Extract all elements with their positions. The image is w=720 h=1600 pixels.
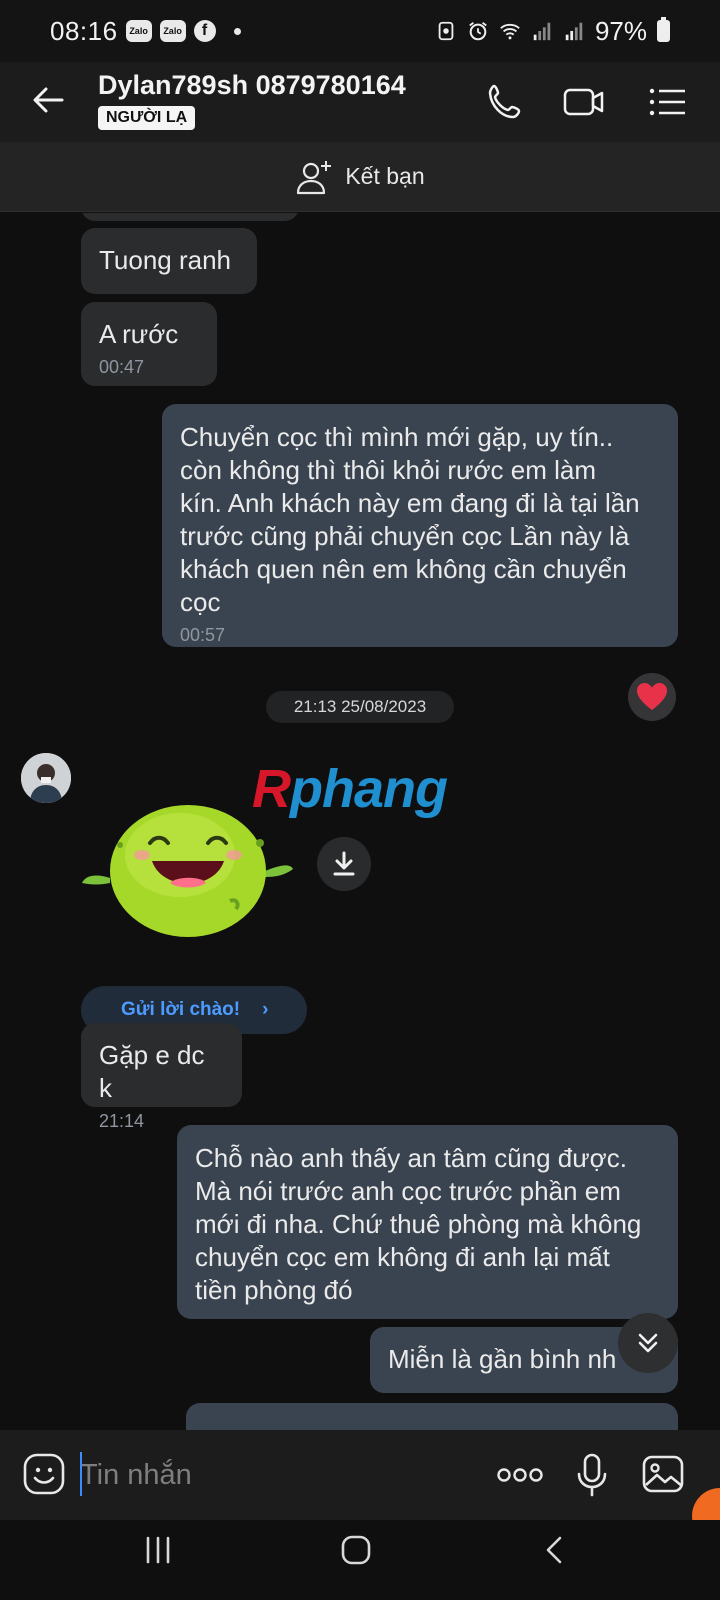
message-line: khách quen nên em không cần chuyển	[180, 554, 627, 584]
message-bubble-out[interactable]: Chỗ nào anh thấy an tâm cũng được. Mà nó…	[177, 1125, 678, 1319]
home-icon[interactable]	[340, 1534, 372, 1566]
chevron-right-icon: ›	[262, 999, 269, 1020]
message-text: Tuong ranh	[99, 245, 232, 275]
message-line: trước cũng phải chuyển cọc Lần này là	[180, 521, 630, 551]
message-line: Chỗ nào anh thấy an tâm cũng được.	[195, 1143, 627, 1173]
status-time: 08:16	[50, 15, 118, 46]
message-bubble-cutoff	[186, 1403, 678, 1430]
system-nav-bar	[0, 1520, 720, 1600]
message-text: Miễn là gần bình nh	[388, 1344, 617, 1374]
message-line: Chuyển cọc thì mình mới gặp, uy tín..	[180, 422, 614, 452]
menu-list-icon[interactable]	[645, 80, 689, 124]
battery-percent: 97%	[594, 15, 647, 46]
facebook-icon: f	[193, 20, 216, 42]
wifi-icon	[500, 23, 520, 40]
sticker-emoji-icon[interactable]	[22, 1452, 66, 1496]
data-saver-icon	[438, 21, 454, 41]
message-time: 00:47	[99, 357, 145, 377]
chat-area[interactable]: Tuong ranh A rước 00:47 Chuyển cọc thì m…	[0, 213, 720, 1430]
phone-icon[interactable]	[484, 80, 528, 124]
back-arrow-icon[interactable]	[28, 80, 68, 120]
zalo-app-icon: Zalo	[125, 20, 152, 42]
message-text: A rước	[99, 319, 179, 349]
message-line: Mà nói trước anh cọc trước phần em	[195, 1176, 621, 1206]
message-bubble-in[interactable]: A rước 00:47	[81, 302, 217, 386]
more-dots-icon[interactable]	[496, 1463, 544, 1487]
nav-back-icon[interactable]	[540, 1534, 570, 1566]
status-right: 97%	[435, 16, 670, 47]
message-text: Gặp e dc k	[99, 1040, 205, 1103]
message-line: còn không thì thôi khỏi rước em làm	[180, 455, 596, 485]
status-left: 08:16 Zalo Zalo f	[50, 16, 241, 47]
notification-dot-icon	[233, 27, 241, 35]
message-bubble-out[interactable]: Chuyển cọc thì mình mới gặp, uy tín.. cò…	[162, 404, 678, 647]
add-friend-bar[interactable]: Kết bạn	[0, 142, 720, 212]
signal-icon	[533, 22, 551, 41]
contact-name[interactable]: Dylan789sh 0879780164	[98, 70, 406, 101]
chat-header: Dylan789sh 0879780164 NGƯỜI LẠ	[0, 62, 720, 142]
microphone-icon[interactable]	[574, 1452, 610, 1498]
message-line: mới đi nha. Chứ thuê phòng mà không	[195, 1209, 642, 1239]
message-line: tiền phòng đó	[195, 1275, 353, 1305]
message-bubble-cutoff	[81, 213, 299, 221]
send-greeting-label: Gửi lời chào!	[121, 999, 241, 1020]
message-time: 00:57	[180, 625, 226, 645]
download-icon[interactable]	[317, 837, 371, 891]
image-gallery-icon[interactable]	[641, 1452, 685, 1496]
status-bar: 08:16 Zalo Zalo f 97%	[0, 0, 720, 62]
date-separator: 21:13 25/08/2023	[266, 691, 454, 723]
message-line: kín. Anh khách này em đang đi là tại lần	[180, 488, 640, 518]
double-chevron-down-icon	[638, 1333, 658, 1353]
scroll-down-button[interactable]	[618, 1313, 678, 1373]
message-bubble-in[interactable]: Tuong ranh	[81, 228, 257, 294]
recent-apps-icon[interactable]	[143, 1534, 173, 1566]
green-blob-sticker[interactable]	[80, 783, 295, 943]
add-friend-label: Kết bạn	[345, 163, 425, 189]
alarm-icon	[469, 22, 487, 41]
battery-icon	[657, 17, 670, 42]
contact-avatar[interactable]	[21, 753, 71, 803]
add-friend-icon	[297, 160, 332, 194]
zalo-app-icon-2: Zalo	[159, 20, 186, 42]
message-input-bar	[0, 1430, 720, 1520]
message-input[interactable]	[80, 1452, 480, 1498]
text-cursor	[80, 1452, 82, 1496]
signal-icon-2	[565, 22, 583, 41]
message-bubble-in[interactable]: Gặp e dc k 21:14	[81, 1023, 242, 1131]
video-camera-icon[interactable]	[562, 80, 606, 124]
heart-reaction-icon[interactable]	[628, 673, 676, 721]
stranger-badge: NGƯỜI LẠ	[98, 106, 196, 130]
message-line: cọc	[180, 587, 221, 617]
message-line: chuyển cọc em không đi anh lại mất	[195, 1242, 610, 1272]
